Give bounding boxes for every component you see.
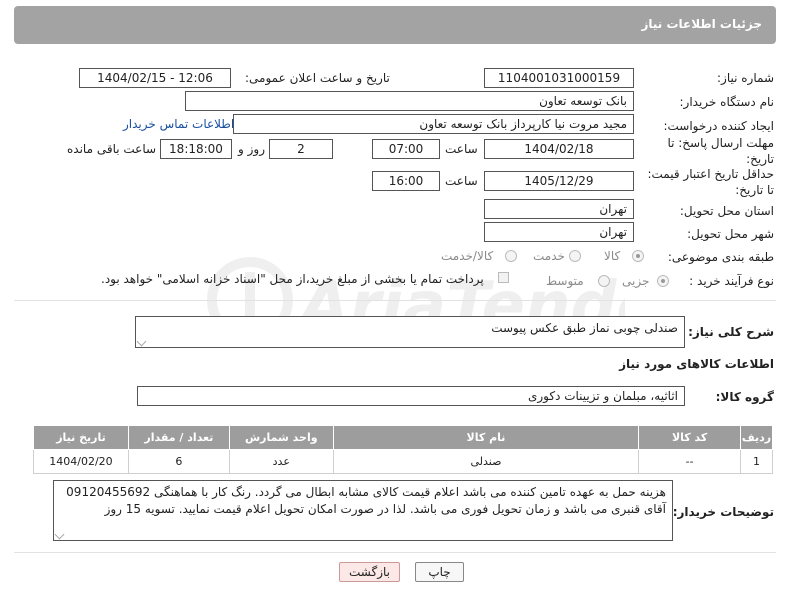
treasury-payment-note: پرداخت تمام یا بخشی از مبلغ خرید،از محل … bbox=[101, 272, 484, 286]
category-label: طبقه بندی موضوعی: bbox=[667, 250, 774, 264]
col-quantity: تعداد / مقدار bbox=[127, 425, 230, 450]
province-label: استان محل تحویل: bbox=[679, 204, 774, 218]
category-option-goods-service: کالا/خدمت bbox=[441, 249, 494, 263]
col-name: نام کالا bbox=[332, 425, 640, 450]
description-label: شرح کلی نیاز: bbox=[688, 325, 774, 339]
category-radio-goods[interactable] bbox=[632, 250, 644, 262]
cell-need-date: 1404/02/20 bbox=[33, 449, 129, 474]
city-label: شهر محل تحویل: bbox=[687, 227, 774, 241]
buyer-notes-textarea[interactable]: هزینه حمل به عهده تامین کننده می باشد اع… bbox=[53, 480, 673, 541]
process-radio-minor[interactable] bbox=[657, 275, 669, 287]
treasury-payment-checkbox[interactable] bbox=[498, 272, 509, 283]
table-row: 1 -- صندلی عدد 6 1404/02/20 bbox=[33, 449, 773, 474]
back-button[interactable]: بازگشت bbox=[339, 562, 400, 582]
col-unit: واحد شمارش bbox=[228, 425, 334, 450]
buyer-notes-label: توضیحات خریدار: bbox=[672, 505, 774, 519]
creator-field: مجید مروت نیا کارپرداز بانک توسعه تعاون bbox=[233, 114, 634, 134]
validity-label-2: تا تاریخ: bbox=[735, 183, 774, 197]
goods-group-label: گروه کالا: bbox=[715, 390, 774, 404]
col-code: کد کالا bbox=[638, 425, 742, 450]
need-number-field: 1104001031000159 bbox=[484, 68, 634, 88]
print-button[interactable]: چاپ bbox=[415, 562, 464, 582]
buyer-org-field: بانک توسعه تعاون bbox=[185, 91, 634, 111]
validity-time-label: ساعت bbox=[445, 174, 478, 188]
col-need-date: تاریخ نیاز bbox=[33, 425, 129, 450]
deadline-time-label: ساعت bbox=[445, 142, 478, 156]
deadline-date-field: 1404/02/18 bbox=[484, 139, 634, 159]
category-option-goods: کالا bbox=[604, 249, 621, 263]
page-frame: جزئیات اطلاعات نیاز AriaTender.net شماره… bbox=[0, 0, 788, 598]
page-title: جزئیات اطلاعات نیاز bbox=[641, 17, 762, 31]
cell-unit: عدد bbox=[228, 449, 334, 474]
announce-field: 1404/02/15 - 12:06 bbox=[79, 68, 231, 88]
deadline-label-2: تاریخ: bbox=[746, 152, 774, 166]
city-field: تهران bbox=[484, 222, 634, 242]
resize-grip-icon[interactable] bbox=[54, 529, 65, 540]
days-label: روز و bbox=[238, 142, 265, 156]
days-remaining-field: 2 bbox=[269, 139, 333, 159]
divider bbox=[14, 300, 776, 301]
deadline-label: مهلت ارسال پاسخ: تا bbox=[667, 136, 774, 150]
buyer-org-label: نام دستگاه خریدار: bbox=[679, 95, 775, 109]
category-option-service: خدمت bbox=[533, 249, 565, 263]
creator-label: ایجاد کننده درخواست: bbox=[663, 119, 774, 133]
col-row: ردیف bbox=[740, 425, 773, 450]
divider bbox=[14, 552, 776, 553]
process-type-label: نوع فرآیند خرید : bbox=[689, 274, 774, 288]
cell-quantity: 6 bbox=[127, 449, 230, 474]
deadline-time-field: 07:00 bbox=[372, 139, 440, 159]
buyer-contact-link[interactable]: اطلاعات تماس خریدار bbox=[123, 117, 234, 131]
category-radio-service[interactable] bbox=[569, 250, 581, 262]
need-number-label: شماره نیاز: bbox=[717, 71, 774, 85]
process-radio-medium[interactable] bbox=[598, 275, 610, 287]
time-remaining-label: ساعت باقی مانده bbox=[67, 142, 157, 156]
description-text: صندلی چوبی نماز طبق عکس پیوست bbox=[491, 321, 678, 335]
goods-table-header: ردیف کد کالا نام کالا واحد شمارش تعداد /… bbox=[33, 425, 773, 450]
category-radio-goods-service[interactable] bbox=[505, 250, 517, 262]
province-field: تهران bbox=[484, 199, 634, 219]
buyer-notes-text: هزینه حمل به عهده تامین کننده می باشد اع… bbox=[66, 485, 666, 516]
validity-label: حداقل تاریخ اعتبار قیمت: bbox=[647, 167, 774, 181]
cell-name: صندلی bbox=[332, 449, 640, 474]
process-option-minor: جزیی bbox=[622, 274, 650, 288]
resize-grip-icon[interactable] bbox=[136, 336, 147, 347]
page-header: جزئیات اطلاعات نیاز bbox=[14, 6, 776, 44]
cell-row: 1 bbox=[740, 449, 773, 474]
validity-time-field: 16:00 bbox=[372, 171, 440, 191]
announce-label: تاریخ و ساعت اعلان عمومی: bbox=[245, 71, 390, 85]
time-remaining-field: 18:18:00 bbox=[160, 139, 232, 159]
validity-date-field: 1405/12/29 bbox=[484, 171, 634, 191]
goods-table: ردیف کد کالا نام کالا واحد شمارش تعداد /… bbox=[33, 425, 773, 474]
cell-code: -- bbox=[638, 449, 742, 474]
goods-group-field: اثاثیه، مبلمان و تزیینات دکوری bbox=[137, 386, 685, 406]
goods-section-title: اطلاعات کالاهای مورد نیاز bbox=[619, 357, 774, 371]
description-textarea[interactable]: صندلی چوبی نماز طبق عکس پیوست bbox=[135, 316, 685, 348]
process-option-medium: متوسط bbox=[546, 274, 584, 288]
